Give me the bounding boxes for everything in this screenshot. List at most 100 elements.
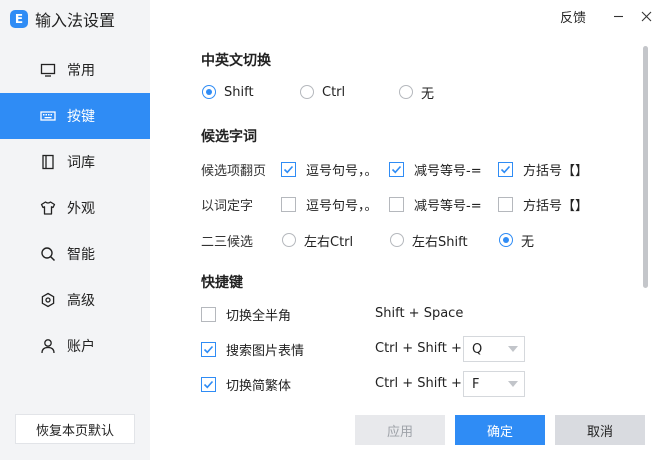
sidebar-item-advanced[interactable]: 高级	[0, 277, 150, 323]
close-icon	[641, 11, 651, 21]
radio-second-third-none[interactable]: 无	[499, 231, 535, 250]
chevron-down-icon	[508, 346, 518, 352]
radio-switch-ctrl[interactable]: Ctrl	[300, 83, 345, 101]
checkbox-page-turn-comma[interactable]: 逗号句号，。	[281, 160, 378, 179]
checkbox-label: 减号等号-=	[414, 163, 482, 179]
checkbox-label: 逗号句号，。	[306, 163, 378, 179]
checkbox-page-turn-bracket[interactable]: 方括号【】	[498, 160, 589, 179]
select-value: F	[472, 376, 480, 392]
radio-label: 无	[421, 86, 435, 102]
sidebar-item-label: 按键	[67, 109, 95, 125]
checkbox-shortcut-emoji[interactable]: 搜索图片表情	[201, 340, 305, 359]
feedback-link[interactable]: 反馈	[560, 7, 586, 26]
check-icon	[500, 165, 511, 173]
checkbox-label: 逗号句号，。	[306, 198, 378, 214]
radio-indicator	[399, 85, 413, 99]
check-icon	[203, 380, 214, 388]
sidebar-nav: 常用 按键 词库 外观 智能 高级 账户	[0, 47, 150, 369]
check-icon	[283, 165, 294, 173]
scrollbar-thumb[interactable]	[643, 46, 648, 288]
checkbox-indicator	[201, 306, 216, 322]
checkbox-label: 方括号【】	[523, 163, 589, 179]
checkbox-page-turn-minus[interactable]: 减号等号-=	[389, 160, 482, 179]
select-value: Q	[472, 341, 483, 357]
row-label-page-turn: 候选项翻页	[201, 164, 267, 179]
checkbox-indicator	[389, 196, 404, 212]
checkbox-shortcut-fullwidth[interactable]: 切换全半角	[201, 305, 292, 324]
sidebar-item-account[interactable]: 账户	[0, 323, 150, 369]
app-title: E 输入法设置	[10, 8, 115, 30]
checkbox-indicator	[281, 161, 296, 177]
title-bar: 反馈	[560, 0, 660, 32]
check-icon	[203, 345, 214, 353]
app-title-text: 输入法设置	[35, 11, 116, 30]
sidebar-item-smart[interactable]: 智能	[0, 231, 150, 277]
sidebar-item-label: 账户	[67, 339, 95, 355]
section-title-switch: 中英文切换	[201, 53, 271, 69]
radio-label: Ctrl	[322, 84, 346, 100]
sidebar-item-keys[interactable]: 按键	[0, 93, 150, 139]
checkbox-indicator	[498, 196, 513, 212]
section-title-candidates: 候选字词	[201, 129, 257, 145]
cancel-button[interactable]: 取消	[555, 415, 645, 445]
checkbox-indicator	[201, 341, 216, 357]
radio-indicator	[202, 85, 216, 99]
apply-button[interactable]: 应用	[355, 415, 445, 445]
restore-defaults-button[interactable]: 恢复本页默认	[15, 414, 135, 444]
sidebar-item-label: 高级	[67, 293, 95, 309]
radio-indicator	[300, 85, 314, 99]
checkbox-shortcut-simp-trad[interactable]: 切换简繁体	[201, 375, 292, 394]
shortcut-key-select-emoji[interactable]: Q	[463, 336, 525, 362]
radio-indicator	[282, 233, 296, 247]
checkbox-word-select-bracket[interactable]: 方括号【】	[498, 195, 589, 214]
radio-label: 左右Ctrl	[304, 234, 354, 250]
sidebar-item-common[interactable]: 常用	[0, 47, 150, 93]
checkbox-word-select-comma[interactable]: 逗号句号，。	[281, 195, 378, 214]
book-icon	[40, 154, 56, 170]
checkbox-indicator	[281, 196, 296, 212]
settings-content: 中英文切换 Shift Ctrl 无 候选字词 候选项翻页 逗号句号，。 减号等…	[150, 32, 640, 400]
monitor-icon	[40, 62, 56, 78]
radio-indicator	[390, 233, 404, 247]
check-icon	[391, 165, 402, 173]
sidebar-item-appearance[interactable]: 外观	[0, 185, 150, 231]
search-icon	[40, 246, 56, 262]
shortcut-combo-emoji: Ctrl + Shift +	[375, 341, 462, 356]
user-icon	[40, 338, 56, 354]
sidebar-item-label: 词库	[67, 155, 95, 171]
checkbox-word-select-minus[interactable]: 减号等号-=	[389, 195, 482, 214]
radio-indicator	[499, 233, 513, 247]
sidebar: E 输入法设置 常用 按键 词库 外观 智能 高级 账户 恢复本页默认	[0, 0, 150, 460]
checkbox-label: 搜索图片表情	[226, 343, 305, 359]
checkbox-indicator	[389, 161, 404, 177]
sidebar-item-label: 外观	[67, 201, 95, 217]
radio-switch-none[interactable]: 无	[399, 83, 435, 102]
sidebar-item-dictionary[interactable]: 词库	[0, 139, 150, 185]
app-logo-icon: E	[10, 10, 28, 28]
checkbox-label: 切换简繁体	[226, 378, 292, 394]
close-button[interactable]	[632, 0, 660, 32]
radio-label: 无	[521, 234, 535, 250]
radio-switch-shift[interactable]: Shift	[202, 83, 254, 101]
checkbox-label: 方括号【】	[523, 198, 589, 214]
radio-second-third-ctrl[interactable]: 左右Ctrl	[282, 231, 354, 250]
section-title-shortcuts: 快捷键	[201, 275, 243, 291]
row-label-word-select: 以词定字	[201, 199, 254, 214]
shortcut-combo-fullwidth: Shift + Space	[375, 306, 464, 321]
checkbox-label: 减号等号-=	[414, 198, 482, 214]
sidebar-item-label: 常用	[67, 63, 95, 79]
hexagon-icon	[40, 292, 56, 308]
checkbox-label: 切换全半角	[226, 308, 292, 324]
shortcut-combo-simp-trad: Ctrl + Shift +	[375, 376, 462, 391]
minimize-button[interactable]	[604, 0, 632, 32]
sidebar-item-label: 智能	[67, 247, 95, 263]
shortcut-key-select-simp-trad[interactable]: F	[463, 371, 525, 397]
keyboard-icon	[40, 108, 56, 124]
radio-second-third-shift[interactable]: 左右Shift	[390, 231, 468, 250]
radio-label: Shift	[224, 84, 254, 100]
checkbox-indicator	[498, 161, 513, 177]
chevron-down-icon	[508, 381, 518, 387]
ok-button[interactable]: 确定	[455, 415, 545, 445]
shirt-icon	[40, 200, 56, 216]
radio-label: 左右Shift	[412, 234, 468, 250]
